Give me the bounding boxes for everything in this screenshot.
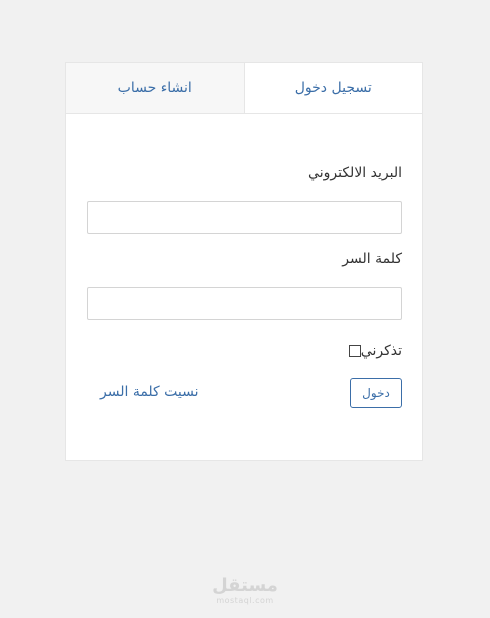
tab-register-label: انشاء حساب <box>117 80 192 96</box>
tab-login-label: تسجيل دخول <box>294 80 372 96</box>
login-button[interactable]: دخول <box>350 378 402 408</box>
tab-register[interactable]: انشاء حساب <box>66 63 245 113</box>
email-label: البريد الالكتروني <box>308 165 402 181</box>
email-field[interactable] <box>87 201 402 234</box>
watermark-url: mostaql.com <box>216 596 274 605</box>
remember-me: تذكرني <box>341 343 402 359</box>
forgot-password-link[interactable]: نسيت كلمة السر <box>100 384 199 400</box>
auth-tabs: تسجيل دخول انشاء حساب <box>66 63 422 114</box>
login-card: تسجيل دخول انشاء حساب البريد الالكتروني … <box>65 62 423 461</box>
remember-label: تذكرني <box>360 343 402 359</box>
tab-login[interactable]: تسجيل دخول <box>244 63 422 113</box>
watermark-brand: مستقل <box>212 575 278 596</box>
password-field[interactable] <box>87 287 402 320</box>
watermark: مستقل mostaql.com <box>0 576 490 606</box>
remember-checkbox[interactable] <box>348 345 361 357</box>
password-label: كلمة السر <box>342 251 402 267</box>
